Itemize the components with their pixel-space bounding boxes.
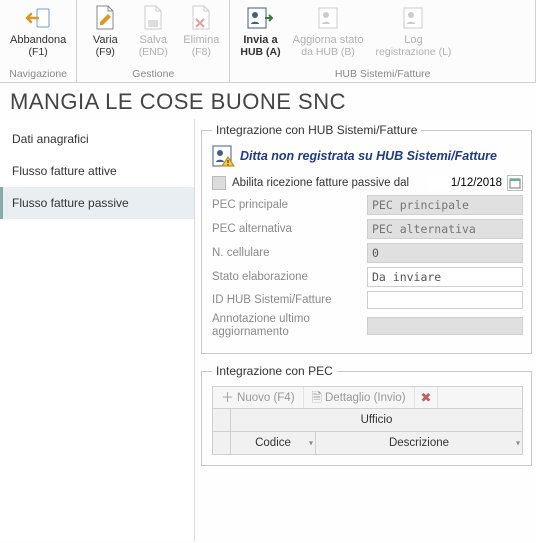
salva-shortcut: (END) [139,46,168,58]
delete-x-icon: ✖ [421,391,432,404]
page-title: MANGIA LE COSE BUONE SNC [0,83,536,119]
pec-principale-label: PEC principale [212,199,367,211]
invia-label: Invia a [243,34,277,46]
annot-label: Annotazione ultimo aggiornamento [212,313,367,339]
idhub-label: ID HUB Sistemi/Fatture [212,294,367,306]
invia-hub-button[interactable]: Invia a HUB (A) [234,2,286,67]
pec-alternativa-label: PEC alternativa [212,223,367,235]
sidebar-item-label: Dati anagrafici [12,132,89,146]
edit-doc-icon [91,4,119,32]
nuovo-label: Nuovo (F4) [237,392,295,404]
ribbon-group-navigazione: Abbandona (F1) Navigazione [0,0,77,82]
abbandona-shortcut: (F1) [29,46,48,58]
grid-spacer [213,409,231,432]
dettaglio-label: Dettaglio (Invio) [325,392,406,404]
pec-legend: Integrazione con PEC [212,364,337,378]
hub-legend: Integrazione con HUB Sistemi/Fatture [212,123,421,137]
elimina-button: Elimina (F8) [177,2,225,67]
sidebar-item-label: Flusso fatture attive [12,164,117,178]
blank-toolbar-slot [438,387,450,408]
save-doc-icon [139,4,167,32]
ribbon-group-hub: Invia a HUB (A) Aggiorna stato da HUB (B… [230,0,536,82]
back-arrow-icon [24,4,52,32]
detail-icon: 🗎 [312,391,322,404]
aggiorna-shortcut: da HUB (B) [301,46,355,58]
enable-date-input[interactable] [427,176,505,190]
sidebar-item-anagrafici[interactable]: Dati anagrafici [0,123,194,155]
delete-doc-icon [187,4,215,32]
nuovo-button[interactable]: ＋Nuovo (F4) [213,387,304,408]
sidebar-item-attive[interactable]: Flusso fatture attive [0,155,194,187]
ribbon-group-gestione: Varia (F9) Salva (END) Elimina (F8) Gest… [77,0,230,82]
send-contact-icon [246,4,274,32]
abbandona-label: Abbandona [10,34,66,46]
stato-label: Stato elaborazione [212,271,367,283]
varia-label: Varia [93,34,118,46]
delete-row-button[interactable]: ✖ [415,387,439,408]
enable-receive-label: Abilita ricezione fatture passive dal [232,177,427,189]
log-button: Log registrazione (L) [370,2,458,67]
calendar-icon[interactable] [507,175,523,191]
col-codice-label: Codice [255,437,291,449]
elimina-shortcut: (F8) [192,46,211,58]
abbandona-button[interactable]: Abbandona (F1) [4,2,72,67]
sidebar-item-passive[interactable]: Flusso fatture passive [0,187,194,219]
aggiorna-label: Aggiorna stato [293,34,364,46]
sidebar: Dati anagrafici Flusso fatture attive Fl… [0,119,195,541]
enable-receive-checkbox[interactable] [212,176,226,190]
pec-grid: Ufficio Codice ▾ Descrizione ▾ [212,408,523,455]
log-shortcut: registrazione (L) [376,46,452,58]
group-caption-navigazione: Navigazione [4,67,72,82]
group-caption-gestione: Gestione [81,67,225,82]
sort-icon: ▾ [516,439,520,448]
invia-shortcut: HUB (A) [240,46,280,58]
elimina-label: Elimina [183,34,219,46]
group-caption-hub: HUB Sistemi/Fatture [234,67,531,82]
pec-integration-box: Integrazione con PEC ＋Nuovo (F4) 🗎Dettag… [201,364,532,466]
grid-rowselector[interactable] [213,432,231,455]
varia-shortcut: (F9) [96,46,115,58]
log-label: Log [404,34,422,46]
warning-message: Ditta non registrata su HUB Sistemi/Fatt… [240,149,497,163]
log-contact-icon [399,4,427,32]
cellulare-label: N. cellulare [212,247,367,259]
refresh-contact-icon [314,4,342,32]
ribbon: Abbandona (F1) Navigazione Varia (F9) Sa… [0,0,536,83]
idhub-value [367,291,523,309]
grid-col-descrizione[interactable]: Descrizione ▾ [316,432,523,455]
dettaglio-button[interactable]: 🗎Dettaglio (Invio) [304,387,415,408]
salva-label: Salva [140,34,168,46]
sidebar-item-label: Flusso fatture passive [12,196,129,210]
varia-button[interactable]: Varia (F9) [81,2,129,67]
pec-principale-input[interactable] [367,195,523,215]
grid-col-codice[interactable]: Codice ▾ [231,432,316,455]
stato-value: Da inviare [367,267,523,287]
pec-toolbar: ＋Nuovo (F4) 🗎Dettaglio (Invio) ✖ [212,386,523,409]
pec-alternativa-input[interactable] [367,219,523,239]
cellulare-input[interactable] [367,243,523,263]
grid-super-ufficio: Ufficio [231,409,523,432]
annot-value [367,317,523,335]
col-descrizione-label: Descrizione [389,437,449,449]
hub-integration-box: Integrazione con HUB Sistemi/Fatture Dit… [201,123,532,354]
warning-contact-icon [212,145,234,167]
sort-icon: ▾ [309,439,313,448]
salva-button: Salva (END) [129,2,177,67]
aggiorna-stato-button: Aggiorna stato da HUB (B) [287,2,370,67]
plus-icon: ＋ [221,391,234,404]
